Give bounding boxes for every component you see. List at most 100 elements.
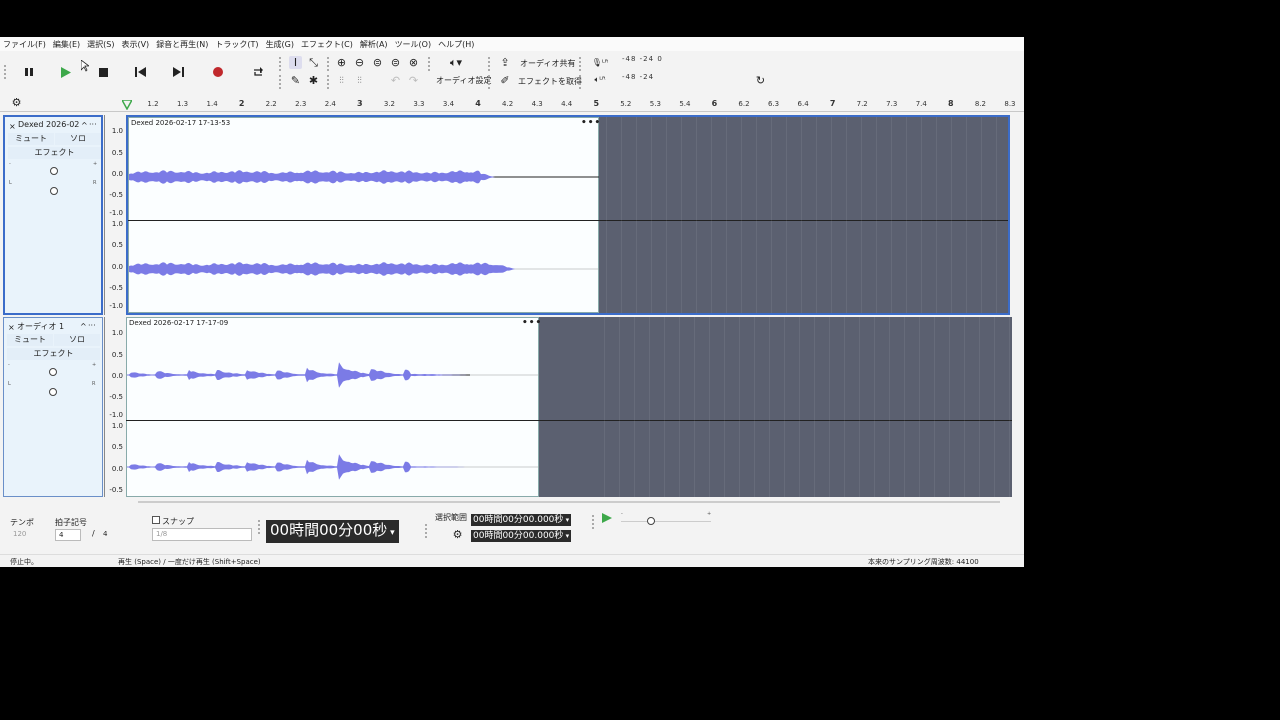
play-button[interactable] [58, 65, 72, 79]
toolbar-grip[interactable] [327, 75, 329, 89]
toolbar-grip[interactable] [327, 57, 329, 71]
collapse-icon[interactable]: ^ [80, 322, 87, 331]
fit-selection-button[interactable]: ⊜ [371, 56, 384, 69]
loop-button[interactable] [251, 65, 265, 79]
collapse-icon[interactable]: ^ [81, 121, 88, 130]
toolbar-grip[interactable] [488, 75, 490, 89]
track-area[interactable]: Dexed 2026-02-17 17-17-09 ••• [126, 317, 1012, 497]
close-icon[interactable]: × [8, 323, 15, 332]
get-effects-label[interactable]: エフェクトを取得 [518, 76, 582, 87]
toolbar-grip[interactable] [425, 524, 427, 538]
menu-effect[interactable]: エフェクト(C) [301, 39, 353, 50]
selection-settings-button[interactable]: ⚙ [451, 528, 464, 541]
menu-edit[interactable]: 編集(E) [53, 39, 80, 50]
gain-slider-thumb[interactable] [50, 167, 58, 175]
record-meter-button[interactable]: 🎙︎ᴸᴿ [588, 55, 612, 69]
mute-button[interactable]: ミュート [8, 133, 54, 145]
mute-button[interactable]: ミュート [7, 334, 53, 346]
zoom-out-button[interactable]: ⊖ [353, 56, 366, 69]
menu-tracks[interactable]: トラック(T) [215, 39, 258, 50]
vertical-ruler[interactable]: 1.0 0.5 0.0 -0.5 -1.0 1.0 0.5 0.0 -0.5 [104, 317, 126, 497]
skip-to-start-button[interactable] [133, 65, 147, 79]
timeline-settings-button[interactable]: ⚙ [10, 96, 23, 109]
clip-title[interactable]: Dexed 2026-02-17 17-13-53 [131, 119, 230, 127]
clip-menu-icon[interactable]: ••• [581, 118, 601, 128]
horizontal-scrollbar[interactable] [138, 501, 1000, 503]
snap-dropdown[interactable]: 1/8 [152, 528, 252, 541]
time-display[interactable]: 00時間00分00秒 ▾ [266, 520, 399, 543]
vertical-ruler[interactable]: 1.0 0.5 0.0 -0.5 -1.0 1.0 0.5 0.0 -0.5 -… [104, 115, 126, 315]
draw-tool-button[interactable]: ✎ [289, 74, 302, 87]
toolbar-grip[interactable] [428, 57, 430, 71]
clip-title[interactable]: Dexed 2026-02-17 17-17-09 [129, 319, 228, 327]
trim-outside-button[interactable]: ⫶⫶ [335, 74, 348, 87]
menu-transport[interactable]: 録音と再生(N) [156, 39, 208, 50]
track-control-panel[interactable]: × Dexed 2026-02 ^ ··· ミュート ソロ エフェクト - + … [3, 115, 103, 315]
track-menu-icon[interactable]: ··· [89, 120, 97, 129]
selection-end-time[interactable]: 00時間00分00.000秒 ▾ [471, 530, 572, 542]
undo-button[interactable]: ↶ [389, 74, 402, 87]
menu-tools[interactable]: ツール(O) [395, 39, 432, 50]
solo-button[interactable]: ソロ [55, 133, 101, 145]
effects-button[interactable]: エフェクト [7, 348, 100, 360]
multi-tool-button[interactable]: ✱ [307, 74, 320, 87]
time-signature-numerator[interactable]: 4 [55, 529, 81, 541]
fit-project-button[interactable]: ⊜ [389, 56, 402, 69]
track-area[interactable]: Dexed 2026-02-17 17-13-53 ••• [126, 115, 1010, 315]
track-menu-icon[interactable]: ··· [88, 321, 96, 330]
menu-file[interactable]: ファイル(F) [3, 39, 46, 50]
toolbar-grip[interactable] [279, 57, 281, 71]
timeline-ruler[interactable]: ⚙ 1.2 1.3 1.4 2 2.2 2.3 2.4 3 3.2 3.3 3.4 4 4.2 4.3 4.… [0, 94, 1024, 112]
share-audio-button[interactable]: ⇪ [498, 55, 512, 69]
speed-slider-track[interactable] [621, 521, 711, 522]
toolbar-grip[interactable] [592, 515, 594, 529]
gain-slider-thumb[interactable] [49, 368, 57, 376]
playback-meter-scale[interactable]: -48 -24 [622, 73, 654, 81]
audio-clip[interactable]: Dexed 2026-02-17 17-17-09 ••• [126, 317, 542, 497]
pan-slider-thumb[interactable] [50, 187, 58, 195]
share-audio-label[interactable]: オーディオ共有 [520, 58, 575, 69]
clip-menu-icon[interactable]: ••• [522, 318, 542, 328]
meter-reset-button[interactable]: ↻ [754, 74, 767, 87]
toolbar-grip[interactable] [579, 57, 581, 71]
pan-slider-thumb[interactable] [49, 388, 57, 396]
solo-button[interactable]: ソロ [54, 334, 100, 346]
menu-view[interactable]: 表示(V) [121, 39, 149, 50]
menu-select[interactable]: 選択(S) [87, 39, 114, 50]
effects-button[interactable]: エフェクト [8, 147, 101, 159]
track-name[interactable]: オーディオ 1 [17, 321, 64, 332]
toolbar-grip[interactable] [579, 75, 581, 89]
snap-checkbox[interactable] [152, 516, 160, 524]
track-name[interactable]: Dexed 2026-02 [18, 120, 79, 129]
pause-button[interactable] [22, 65, 36, 79]
menu-generate[interactable]: 生成(G) [266, 39, 294, 50]
audio-setup-label[interactable]: オーディオ設定 [436, 75, 491, 86]
close-icon[interactable]: × [9, 122, 16, 131]
speed-slider-thumb[interactable] [647, 517, 655, 525]
playhead-marker[interactable] [120, 95, 134, 114]
skip-to-end-button[interactable] [171, 65, 185, 79]
selection-tool-button[interactable]: I [289, 56, 302, 69]
audio-clip[interactable]: Dexed 2026-02-17 17-13-53 ••• [128, 117, 601, 313]
redo-button[interactable]: ↷ [407, 74, 420, 87]
record-meter-scale[interactable]: -48 -24 0 [622, 55, 663, 63]
tempo-input[interactable]: 120 [10, 529, 38, 541]
zoom-in-button[interactable]: ⊕ [335, 56, 348, 69]
stop-button[interactable] [96, 65, 110, 79]
selection-start-time[interactable]: 00時間00分00.000秒 ▾ [471, 514, 572, 526]
toolbar-grip[interactable] [488, 57, 490, 71]
toolbar-grip[interactable] [258, 520, 260, 534]
get-effects-button[interactable]: ✐ [498, 73, 512, 87]
record-button[interactable] [211, 65, 225, 79]
silence-selection-button[interactable]: ⫶⫶ [353, 74, 366, 87]
audio-setup-button[interactable]: 🔈︎▾ [444, 56, 468, 69]
menu-help[interactable]: ヘルプ(H) [438, 39, 474, 50]
menu-analyze[interactable]: 解析(A) [360, 39, 388, 50]
track-control-panel[interactable]: × オーディオ 1 ^ ··· ミュート ソロ エフェクト - + L R [3, 317, 103, 497]
zoom-toggle-button[interactable]: ⊗ [407, 56, 420, 69]
playback-meter-button[interactable]: 🔈︎ᴸᴿ [588, 73, 612, 87]
toolbar-grip[interactable] [4, 65, 6, 79]
toolbar-grip[interactable] [279, 75, 281, 89]
play-at-speed-button[interactable] [601, 512, 613, 524]
time-signature-denominator[interactable]: 4 [100, 529, 132, 541]
